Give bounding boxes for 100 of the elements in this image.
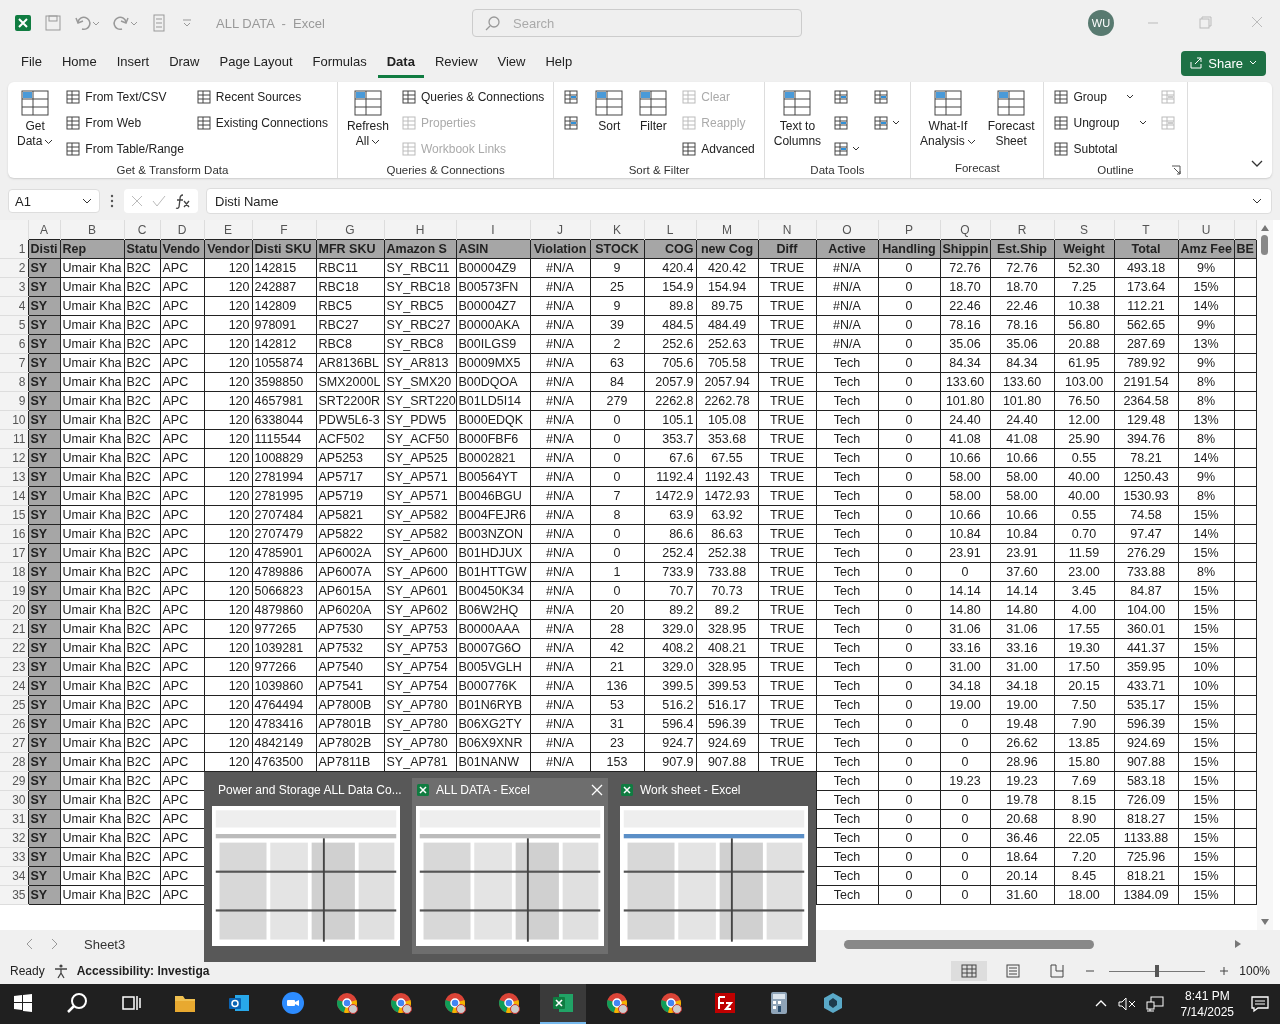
menu-tab[interactable]: Insert xyxy=(107,48,159,78)
column-letter[interactable]: S xyxy=(1054,220,1114,240)
table-cell: 977265 xyxy=(252,619,316,639)
column-letter[interactable]: J xyxy=(530,220,590,240)
table-cell: 120 xyxy=(204,581,252,601)
ribbon-button[interactable]: Existing Connections xyxy=(192,110,331,136)
scrollbar-thumb[interactable] xyxy=(1261,235,1268,255)
redo-icon[interactable] xyxy=(112,14,138,32)
column-letter[interactable]: L xyxy=(644,220,696,240)
menu-tab[interactable]: Help xyxy=(536,48,582,78)
ribbon-button[interactable]: From Table/Range xyxy=(62,136,187,162)
ribbon-button[interactable]: What-If Analysis xyxy=(917,84,979,152)
more-icon[interactable] xyxy=(108,193,116,209)
column-letter[interactable]: Q xyxy=(940,220,990,240)
column-letter[interactable]: F xyxy=(252,220,316,240)
ribbon-button[interactable]: Queries & Connections xyxy=(397,84,548,110)
sheet-tab[interactable]: Sheet3 xyxy=(68,932,142,956)
column-letter[interactable]: K xyxy=(590,220,644,240)
ribbon-button[interactable]: Text to Columns xyxy=(770,84,825,152)
column-letter[interactable]: E xyxy=(204,220,252,240)
search-input[interactable]: Search xyxy=(511,14,789,32)
ribbon-button[interactable]: Recent Sources xyxy=(192,84,331,110)
table-cell: B00573FN xyxy=(456,277,530,297)
table-cell: 70.7 xyxy=(644,581,696,601)
table-cell: Tech xyxy=(816,410,878,430)
formula-field[interactable]: Disti Name xyxy=(206,188,1272,214)
table-cell: 19.23 xyxy=(990,771,1054,791)
table-cell: 4785901 xyxy=(252,543,316,563)
ribbon-button[interactable]: Group xyxy=(1050,84,1151,110)
menu-tab[interactable]: Review xyxy=(425,48,487,78)
accessibility-icon[interactable] xyxy=(52,963,69,979)
network-icon[interactable] xyxy=(1144,996,1165,1012)
table-cell: 36.46 xyxy=(990,828,1054,848)
column-letter[interactable]: N xyxy=(758,220,816,240)
share-button[interactable]: Share xyxy=(1181,50,1266,76)
ribbon-button[interactable]: Ungroup xyxy=(1050,110,1151,136)
column-letter[interactable]: P xyxy=(878,220,940,240)
column-letter[interactable]: C xyxy=(124,220,160,240)
table-cell: 1384.09 xyxy=(1114,885,1178,905)
ribbon-button[interactable]: From Text/CSV xyxy=(62,84,187,110)
zoom-level[interactable]: 100% xyxy=(1239,964,1270,978)
scroll-down-icon[interactable] xyxy=(1259,918,1270,926)
undo-icon[interactable] xyxy=(74,14,100,32)
column-letter[interactable]: A xyxy=(28,220,60,240)
ribbon-button[interactable]: Filter xyxy=(634,84,673,137)
table-cell: 19.00 xyxy=(940,695,990,715)
column-letter[interactable]: D xyxy=(160,220,204,240)
table-cell: #N/A xyxy=(530,410,590,430)
clock-date[interactable]: 7/14/2025 xyxy=(1180,1004,1234,1020)
menu-tab[interactable]: Home xyxy=(52,48,106,78)
window-preview[interactable]: Power and Storage ALL Data Co... xyxy=(208,778,404,954)
dialog-launcher-icon[interactable] xyxy=(1170,165,1181,175)
menu-tab[interactable]: File xyxy=(12,48,51,78)
column-letter[interactable]: H xyxy=(384,220,456,240)
view-button[interactable] xyxy=(951,961,988,981)
table-cell: B2C xyxy=(124,790,160,810)
column-letter[interactable]: I xyxy=(456,220,530,240)
column-letter[interactable]: O xyxy=(816,220,878,240)
menu-tab[interactable]: Data xyxy=(377,48,424,78)
column-letter[interactable]: R xyxy=(990,220,1054,240)
table-cell: APC xyxy=(160,353,204,373)
clock-time[interactable]: 8:41 PM xyxy=(1184,988,1230,1004)
column-letter[interactable]: G xyxy=(316,220,384,240)
table-cell: 120 xyxy=(204,695,252,715)
table-cell: 10.38 xyxy=(1054,296,1114,316)
table-cell: Umair Kha xyxy=(60,353,124,373)
column-letter[interactable]: U xyxy=(1178,220,1234,240)
column-letter[interactable]: T xyxy=(1114,220,1178,240)
ribbon-button[interactable]: From Web xyxy=(62,110,187,136)
search-field[interactable]: Search xyxy=(472,9,802,37)
scroll-right-icon[interactable] xyxy=(1234,939,1242,949)
scroll-up-icon[interactable] xyxy=(1259,224,1270,232)
window-preview[interactable]: Work sheet - Excel xyxy=(616,778,812,954)
insert-function-icon[interactable] xyxy=(174,193,192,209)
ribbon-button[interactable]: Forecast Sheet xyxy=(984,84,1038,152)
speaker-muted-icon[interactable] xyxy=(1116,996,1137,1012)
table-cell: 34.18 xyxy=(940,676,990,696)
window-preview[interactable]: ALL DATA - Excel xyxy=(412,778,608,954)
menu-tab[interactable]: View xyxy=(488,48,535,78)
menu-tab[interactable]: Draw xyxy=(160,48,209,78)
ribbon-button[interactable]: Subtotal xyxy=(1050,136,1151,162)
user-avatar[interactable]: WU xyxy=(1088,10,1114,36)
search-icon xyxy=(485,15,501,31)
scrollbar-thumb[interactable] xyxy=(844,939,1094,949)
menu-tab[interactable]: Formulas xyxy=(303,48,376,78)
ribbon-button[interactable]: Get Data xyxy=(14,84,57,152)
table-cell: 2057.94 xyxy=(696,372,758,392)
ribbon-button[interactable]: Refresh All xyxy=(343,84,392,152)
accessibility-status[interactable]: Accessibility: Investiga xyxy=(76,964,210,978)
name-box[interactable]: A1 xyxy=(8,189,100,213)
close-icon[interactable] xyxy=(590,783,604,797)
notification-icon[interactable] xyxy=(1250,995,1270,1013)
column-letter[interactable]: M xyxy=(696,220,758,240)
ribbon-button[interactable]: Advanced xyxy=(678,136,758,162)
ribbon-button[interactable]: Sort xyxy=(590,84,629,137)
collapse-ribbon-icon[interactable] xyxy=(1250,158,1264,168)
menu-tab[interactable]: Page Layout xyxy=(210,48,302,78)
column-letter[interactable]: B xyxy=(60,220,124,240)
column-header: Amazon S xyxy=(384,239,456,259)
table-cell: 120 xyxy=(204,429,252,449)
